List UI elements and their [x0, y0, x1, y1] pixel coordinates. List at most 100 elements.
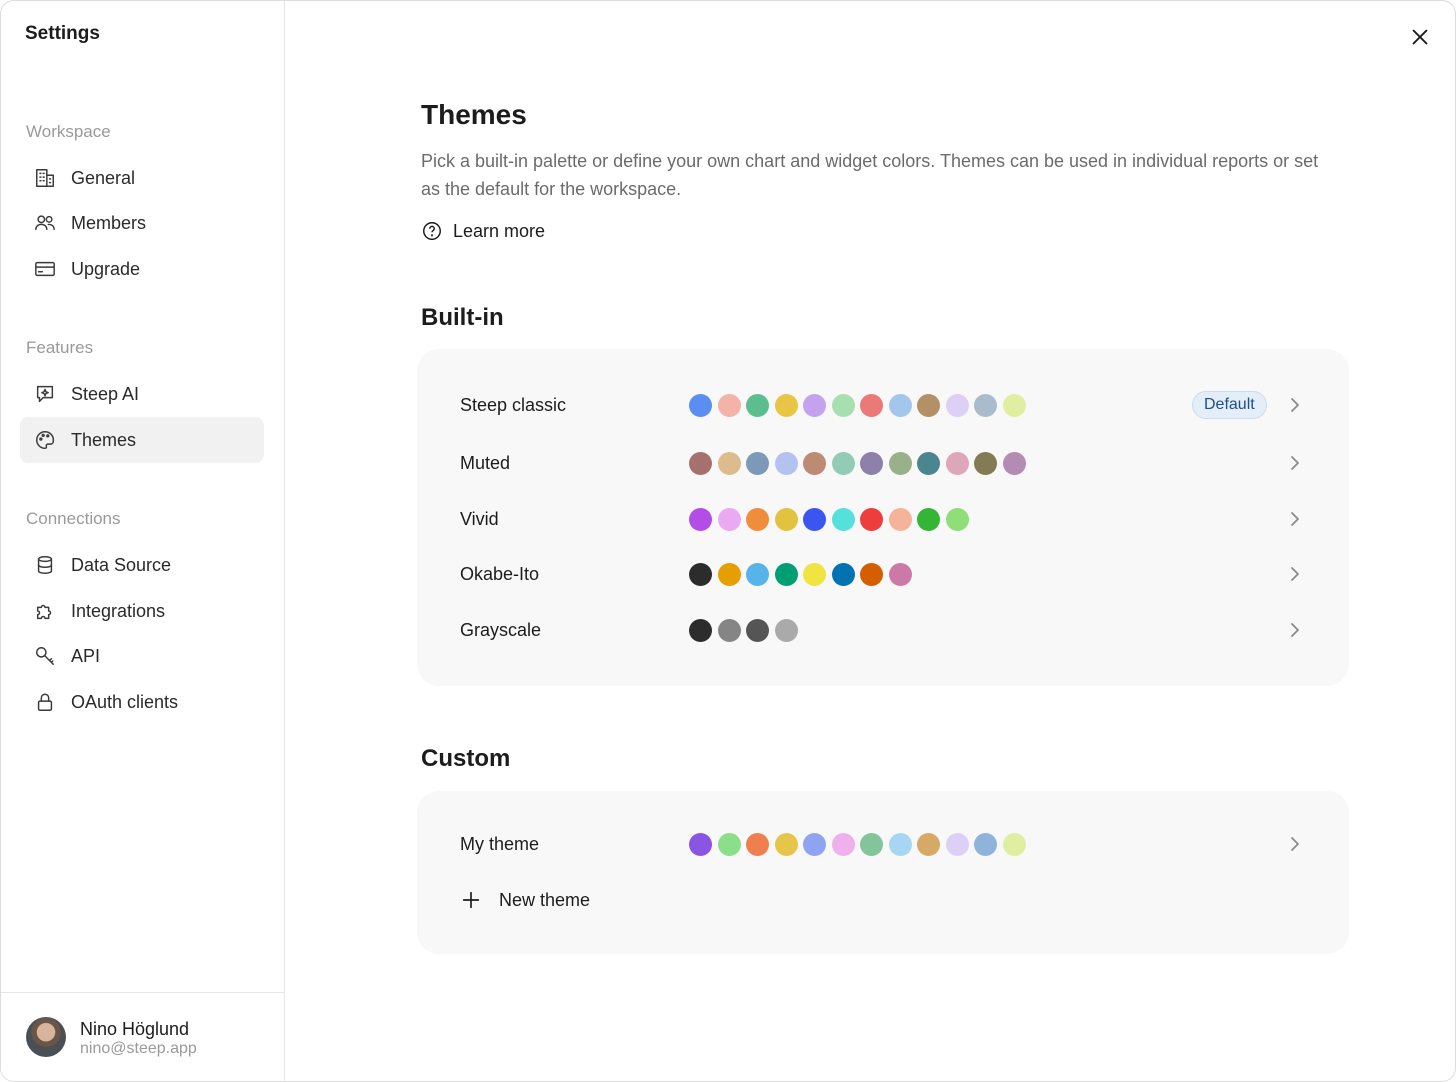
color-swatch	[774, 562, 798, 586]
builtin-themes-card: Steep classic Default Muted Vivid Okabe-Ito G…	[417, 349, 1349, 686]
color-swatch	[917, 451, 940, 475]
sidebar-item-themes[interactable]: Themes	[20, 417, 264, 463]
color-swatch	[746, 393, 769, 417]
theme-row[interactable]: Vivid	[417, 494, 1349, 544]
section-label-connections: Connections	[26, 509, 121, 528]
sidebar-item-label: Upgrade	[71, 258, 141, 279]
sidebar-item-members[interactable]: Members	[20, 200, 264, 246]
color-swatch	[860, 507, 883, 531]
color-swatch	[860, 451, 883, 475]
color-swatch	[974, 393, 997, 417]
color-swatch	[717, 451, 741, 475]
sidebar-item-integrations[interactable]: Integrations	[20, 588, 264, 634]
color-swatch	[689, 832, 712, 856]
color-swatch	[1002, 832, 1026, 856]
color-swatch	[974, 832, 997, 856]
color-swatch	[717, 562, 741, 586]
color-swatch	[803, 451, 826, 475]
theme-row[interactable]: My theme	[417, 819, 1349, 869]
sidebar-item-label: Themes	[71, 429, 137, 450]
settings-window: Settings Workspace General Members Upgra…	[0, 0, 1456, 1082]
color-swatch	[746, 451, 769, 475]
learn-more-link[interactable]: Learn more	[421, 218, 545, 244]
sidebar-item-general[interactable]: General	[20, 155, 264, 201]
theme-name: Grayscale	[460, 619, 542, 640]
theme-name: Steep classic	[460, 394, 567, 415]
color-swatch	[803, 832, 826, 856]
color-swatch	[774, 451, 798, 475]
new-theme-row[interactable]: New theme	[417, 875, 1349, 925]
color-swatch	[689, 507, 712, 531]
theme-row[interactable]: Okabe-Ito	[417, 549, 1349, 599]
color-swatch	[1002, 393, 1026, 417]
puzzle-icon	[33, 599, 57, 623]
color-swatch	[917, 393, 940, 417]
chevron-right-icon	[1287, 511, 1303, 527]
color-swatches	[689, 562, 912, 586]
color-swatch	[974, 451, 997, 475]
color-swatch	[831, 832, 855, 856]
sidebar-item-oauth-clients[interactable]: OAuth clients	[20, 679, 264, 725]
users-icon	[33, 211, 57, 235]
color-swatch	[803, 393, 826, 417]
theme-name: Okabe-Ito	[460, 563, 540, 584]
section-label-workspace: Workspace	[26, 122, 111, 141]
color-swatch	[689, 451, 712, 475]
color-swatch	[717, 832, 741, 856]
color-swatch	[803, 507, 826, 531]
color-swatch	[717, 618, 741, 642]
user-name: Nino Höglund	[80, 1019, 190, 1039]
building-icon	[33, 166, 57, 190]
color-swatches	[689, 393, 1026, 417]
sidebar-item-steep-ai[interactable]: Steep AI	[20, 371, 264, 417]
chat-sparkle-icon	[33, 382, 57, 406]
theme-row[interactable]: Grayscale	[417, 605, 1349, 655]
sidebar-item-data-source[interactable]: Data Source	[20, 542, 264, 588]
color-swatch	[746, 507, 769, 531]
color-swatch	[917, 507, 940, 531]
color-swatch	[888, 562, 912, 586]
close-icon	[1412, 29, 1428, 45]
color-swatch	[774, 507, 798, 531]
database-icon	[33, 553, 57, 577]
learn-more-label: Learn more	[453, 220, 546, 241]
color-swatch	[746, 832, 769, 856]
builtin-section-title: Built-in	[421, 304, 504, 331]
user-profile[interactable]: Nino Höglund nino@steep.app	[1, 992, 285, 1081]
color-swatch	[945, 832, 969, 856]
color-swatches	[689, 451, 1026, 475]
color-swatches	[689, 832, 1026, 856]
color-swatch	[689, 562, 712, 586]
theme-row[interactable]: Steep classic Default	[417, 380, 1349, 430]
page-title: Themes	[421, 99, 527, 130]
color-swatch	[689, 393, 712, 417]
sidebar-item-label: Steep AI	[71, 383, 140, 404]
sidebar-item-upgrade[interactable]: Upgrade	[20, 246, 264, 292]
sidebar-title: Settings	[25, 23, 100, 44]
page-description: Pick a built-in palette or define your o…	[421, 151, 1319, 199]
key-icon	[33, 644, 57, 668]
custom-section-title: Custom	[421, 745, 511, 772]
chevron-right-icon	[1287, 455, 1303, 471]
color-swatch	[888, 832, 912, 856]
sidebar-item-label: Integrations	[71, 600, 166, 621]
sidebar-item-api[interactable]: API	[20, 633, 264, 679]
theme-name: My theme	[460, 833, 540, 854]
color-swatch	[888, 393, 912, 417]
default-badge: Default	[1192, 391, 1267, 419]
palette-icon	[33, 428, 57, 452]
sidebar-item-label: API	[71, 645, 101, 666]
chevron-right-icon	[1287, 566, 1303, 582]
plus-icon	[462, 891, 480, 909]
theme-name: Vivid	[460, 508, 499, 529]
lock-icon	[33, 690, 57, 714]
theme-row[interactable]: Muted	[417, 438, 1349, 488]
close-button[interactable]	[1406, 23, 1434, 51]
sidebar-item-label: Members	[71, 212, 147, 233]
color-swatch	[746, 618, 769, 642]
color-swatch	[717, 507, 741, 531]
color-swatch	[746, 562, 769, 586]
color-swatch	[945, 507, 969, 531]
color-swatch	[831, 507, 855, 531]
new-theme-button[interactable]: New theme	[460, 889, 590, 911]
